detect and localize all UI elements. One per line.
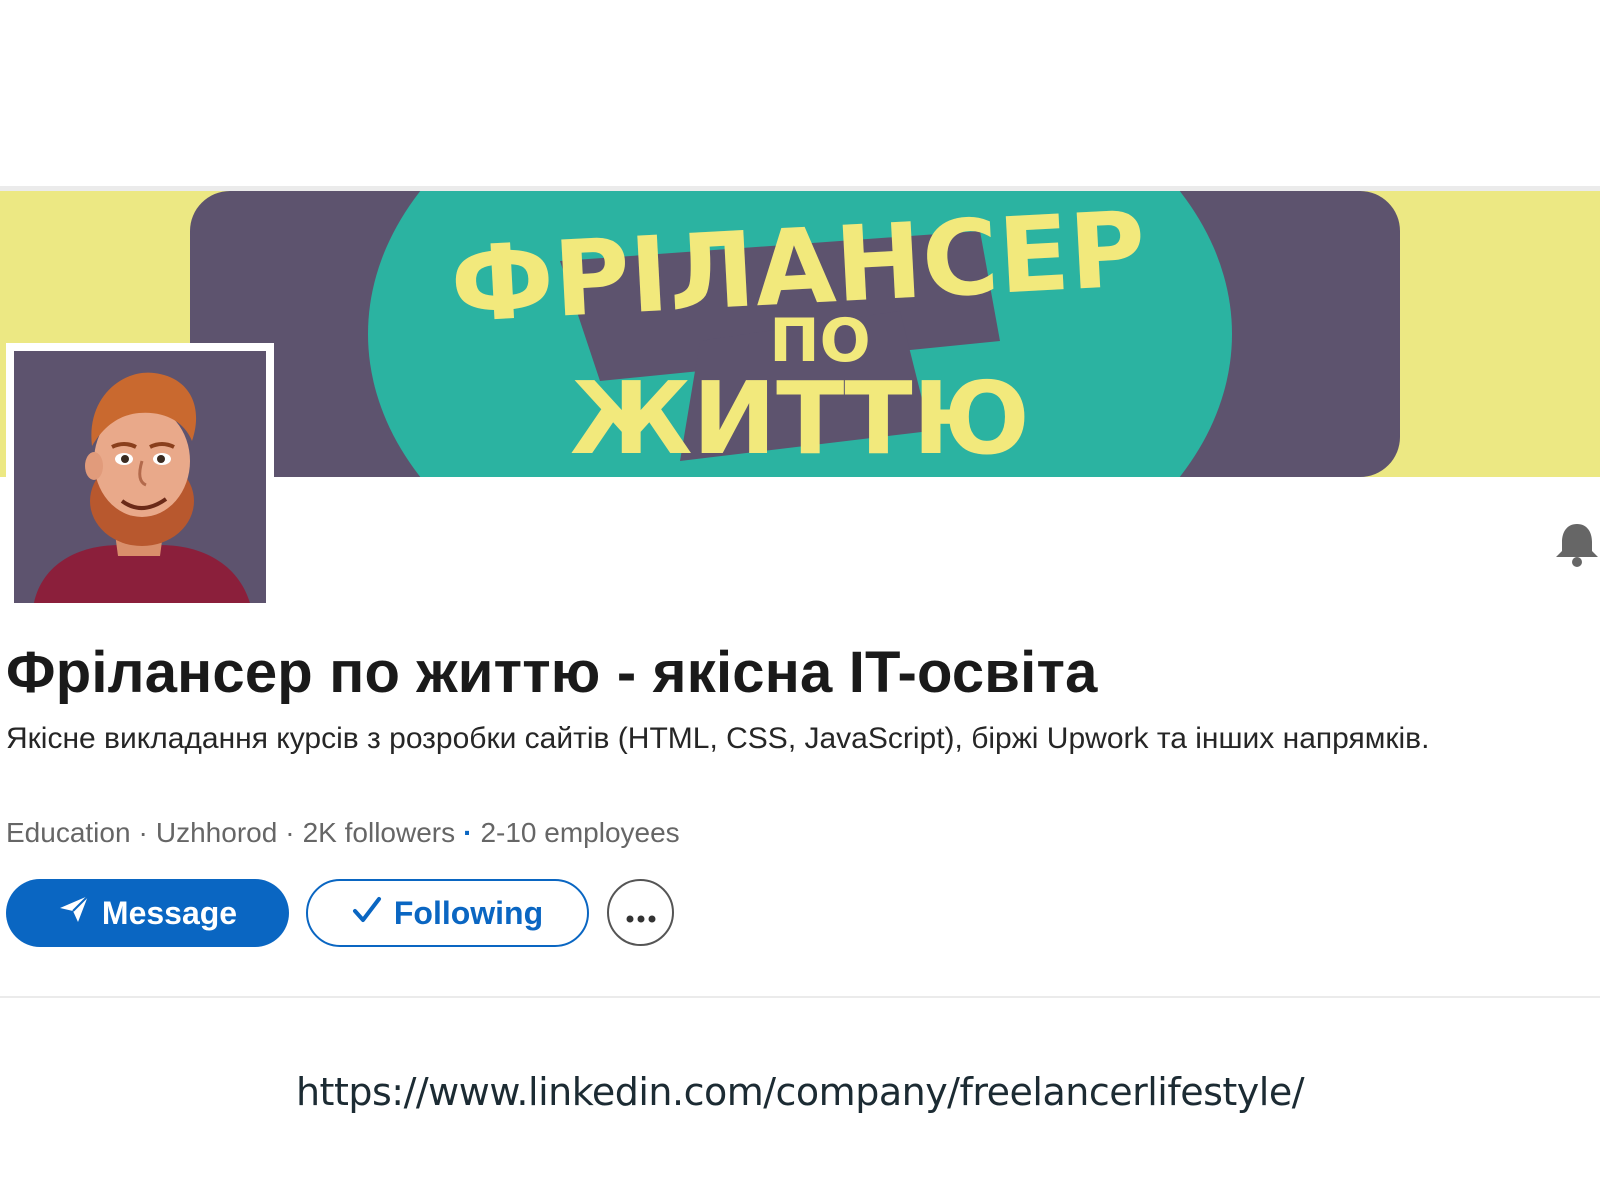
meta-separator-accent: ·: [463, 817, 473, 848]
profile-url: https://www.linkedin.com/company/freelan…: [295, 1070, 1305, 1114]
company-name: Фрілансер по життю - якісна IT-освіта: [6, 640, 1098, 705]
company-tagline: Якісне викладання курсів з розробки сайт…: [6, 722, 1430, 755]
meta-separator: ·: [138, 817, 148, 848]
company-logo-frame[interactable]: [6, 343, 274, 605]
following-button[interactable]: Following: [306, 879, 589, 947]
send-icon: [58, 894, 90, 932]
bottom-divider: [0, 996, 1600, 998]
employees-link[interactable]: 2-10 employees: [480, 817, 679, 848]
company-meta: Education · Uzhhorod · 2K followers · 2-10 emp…: [6, 815, 680, 851]
banner-logo-line3: ЖИТТЮ: [570, 360, 1030, 477]
more-options-button[interactable]: [607, 879, 674, 946]
following-button-label: Following: [393, 894, 544, 931]
company-logo-avatar: [14, 351, 266, 603]
industry-link[interactable]: Education: [6, 817, 131, 848]
location-text: Uzhhorod: [155, 817, 278, 848]
meta-separator: ·: [285, 817, 295, 848]
bell-icon[interactable]: [1554, 520, 1600, 568]
message-button[interactable]: Message: [6, 879, 289, 947]
more-horizontal-icon: [626, 894, 656, 931]
check-icon: [352, 895, 382, 932]
followers-count: 2K followers: [302, 817, 456, 848]
avatar-illustration-icon: [14, 351, 266, 603]
message-button-label: Message: [101, 894, 238, 931]
